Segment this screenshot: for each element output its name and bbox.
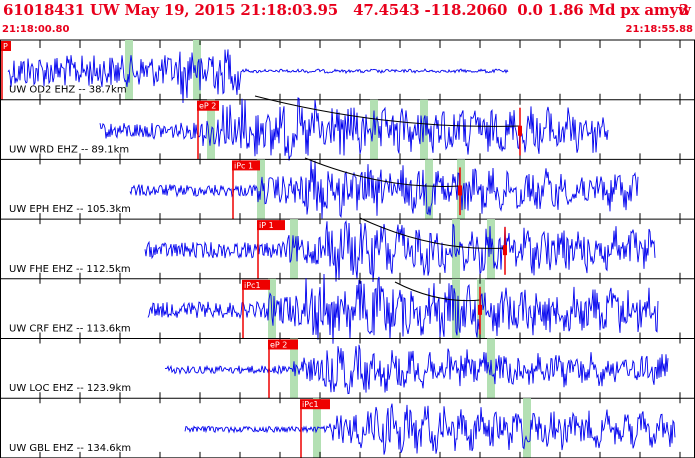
phase-window-marker <box>420 99 428 160</box>
waveform-trace <box>184 403 676 455</box>
waveform-trace <box>129 159 639 219</box>
channel-label: UW FHE EHZ -- 112.5km <box>9 264 131 275</box>
coda-pick-marker <box>458 185 462 196</box>
waveform-trace <box>99 97 609 161</box>
channel-label: UW LOC EHZ -- 123.9km <box>9 383 131 394</box>
pick-label: iP 1 <box>259 221 274 230</box>
coda-pick-marker <box>478 304 482 315</box>
channel-label: UW GBL EHZ -- 134.6km <box>9 443 131 454</box>
pick-label: iPc1 <box>302 400 319 409</box>
waveform-trace <box>164 344 669 395</box>
coda-pick-marker <box>518 125 522 136</box>
phase-window-marker <box>487 338 495 399</box>
pick-label: iPc 1 <box>234 161 253 170</box>
seismogram-panel[interactable]: P UW OD2 EHZ -- 38.7km eP 2 UW WRD EHZ -- 8… <box>0 0 695 458</box>
waveform-trace <box>147 273 659 344</box>
pick-label: P <box>3 42 8 51</box>
coda-pick-marker <box>503 245 507 256</box>
pick-label: eP 2 <box>199 102 216 111</box>
channel-label: UW OD2 EHZ -- 38.7km <box>9 85 127 96</box>
channel-label: UW WRD EHZ -- 89.1km <box>9 144 129 155</box>
phase-window-marker <box>370 99 378 160</box>
pick-label: iPc1 <box>244 281 261 290</box>
channel-label: UW CRF EHZ -- 113.6km <box>9 324 131 335</box>
channel-label: UW EPH EHZ -- 105.3km <box>9 204 131 215</box>
pick-label: eP 2 <box>270 341 287 350</box>
